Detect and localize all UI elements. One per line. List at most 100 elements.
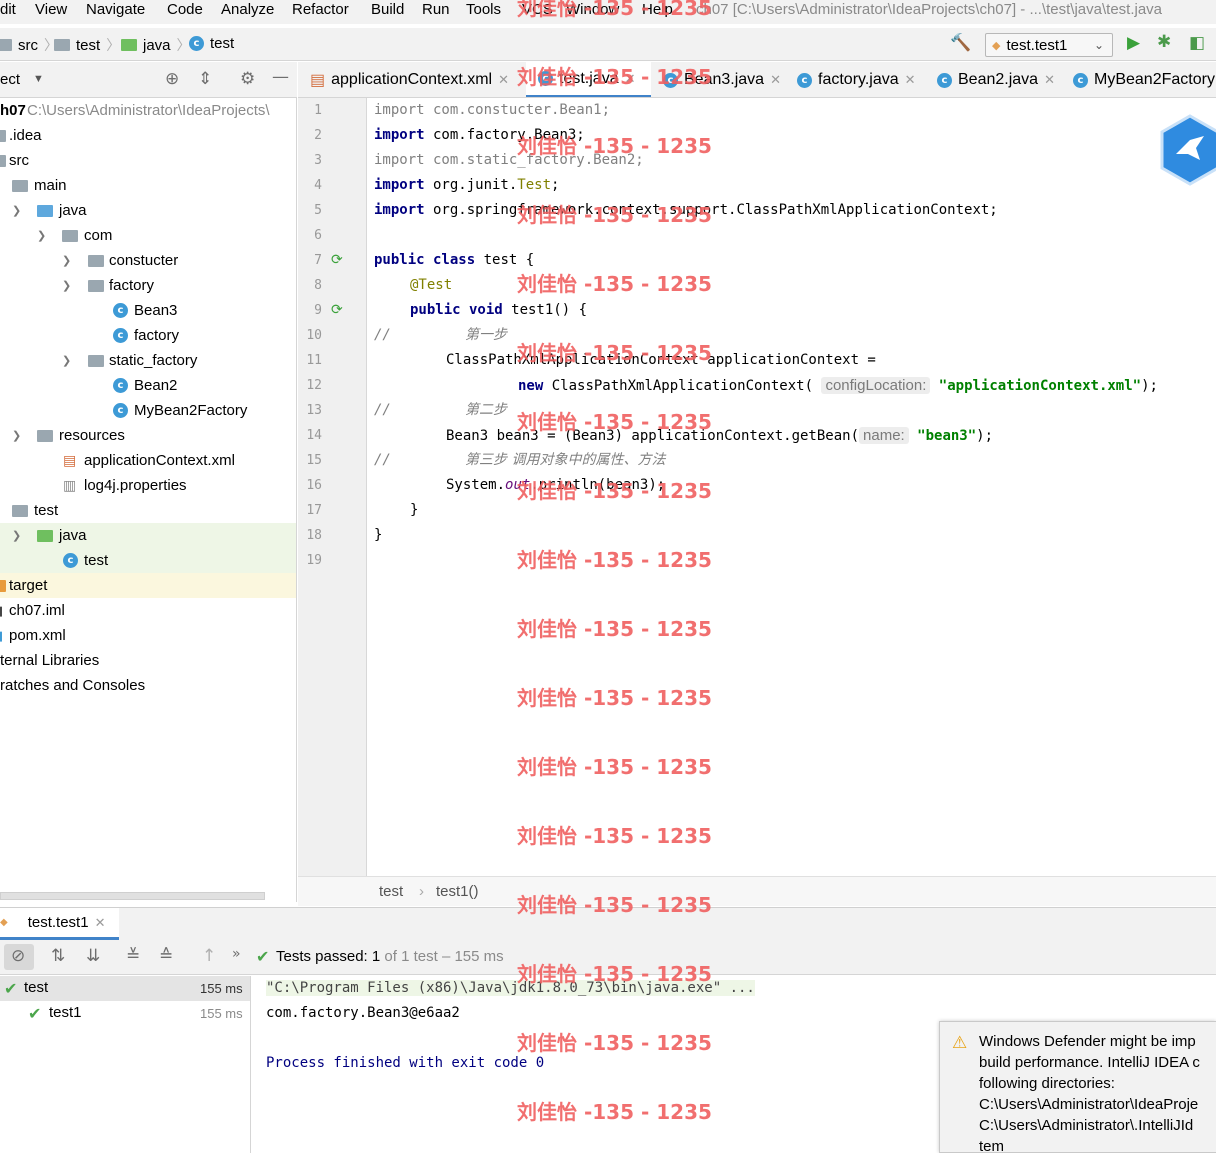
menu-edit[interactable]: dit (0, 1, 16, 18)
chevron-down-icon[interactable]: ❯ (12, 429, 21, 442)
tree-node-factory-pkg[interactable]: ❯ factory (0, 273, 296, 298)
watermark: 刘佳怡 -135 - 1235 (517, 203, 712, 227)
tree-node-com[interactable]: ❯ com (0, 223, 296, 248)
tab-factory-java[interactable]: c factory.java ✕ (785, 62, 925, 97)
breadcrumb-method[interactable]: test1() (436, 883, 479, 900)
tab-bean2-java[interactable]: c Bean2.java ✕ (925, 62, 1061, 97)
close-icon[interactable]: ✕ (95, 915, 106, 931)
sort-duration-icon[interactable]: ⇊ (86, 946, 100, 966)
tree-node-test-folder[interactable]: test (0, 498, 296, 523)
sort-alpha-icon[interactable]: ⇅ (51, 946, 65, 966)
horizontal-scrollbar[interactable] (0, 892, 265, 900)
tree-node-src[interactable]: src (0, 148, 296, 173)
gear-icon[interactable]: ⚙ (240, 69, 255, 89)
minimize-icon[interactable]: — (272, 67, 289, 87)
locate-crosshair-icon[interactable]: ⊕ (165, 69, 179, 89)
tree-node-static-factory[interactable]: ❯ static_factory (0, 348, 296, 373)
tree-node-bean3[interactable]: c Bean3 (0, 298, 296, 323)
tree-node-scratches[interactable]: ratches and Consoles (0, 673, 296, 698)
tree-root[interactable]: h07 C:\Users\Administrator\IdeaProjects\ (0, 98, 296, 123)
breadcrumb-label: src (18, 36, 38, 54)
tree-node-external-libraries[interactable]: ternal Libraries (0, 648, 296, 673)
close-icon[interactable]: ✕ (905, 72, 916, 88)
code-editor[interactable]: import com.constucter.Bean1; import com.… (368, 98, 1216, 876)
tab-mybean2factory[interactable]: c MyBean2Factory (1061, 62, 1216, 97)
parameter-hint: configLocation: (821, 377, 931, 394)
close-icon[interactable]: ✕ (498, 72, 509, 88)
menu-run[interactable]: Run (422, 1, 450, 18)
chevron-down-icon[interactable]: ❯ (62, 354, 71, 367)
breadcrumb-test[interactable]: test 〉 (54, 35, 120, 55)
project-view-select[interactable]: ect (0, 71, 20, 88)
tree-node-applicationcontext[interactable]: ▤ applicationContext.xml (0, 448, 296, 473)
expand-all-icon[interactable]: ≚ (126, 946, 140, 966)
tree-node-log4j[interactable]: ▥ log4j.properties (0, 473, 296, 498)
menu-build[interactable]: Build (371, 1, 404, 18)
folder-icon (54, 39, 70, 51)
chevron-down-icon: ⌄ (1093, 38, 1104, 52)
console-line-exit: Process finished with exit code 0 (266, 1055, 545, 1071)
debug-bug-icon[interactable]: ✱ (1157, 32, 1171, 52)
tree-node-java-main[interactable]: ❯ java (0, 198, 296, 223)
menu-navigate[interactable]: Navigate (86, 1, 145, 18)
breadcrumb-class[interactable]: test (379, 883, 403, 900)
tree-node-factory-class[interactable]: c factory (0, 323, 296, 348)
test-row[interactable]: ✔ test1 155 ms (0, 1001, 250, 1026)
check-icon: ✔ (4, 979, 18, 998)
tree-node-main[interactable]: main (0, 173, 296, 198)
chevron-down-icon[interactable]: ❯ (37, 229, 46, 242)
folder-icon (0, 39, 12, 51)
menu-analyze[interactable]: Analyze (221, 1, 274, 18)
breadcrumb-java[interactable]: java 〉 (121, 35, 191, 55)
watermark: 刘佳怡 -135 - 1235 (517, 824, 712, 848)
watermark: 刘佳怡 -135 - 1235 (517, 1100, 712, 1124)
menu-tools[interactable]: Tools (466, 1, 501, 18)
class-icon: c (797, 72, 812, 88)
breadcrumb-src[interactable]: src 〉 (0, 35, 58, 55)
windows-defender-notification[interactable]: ⚠ Windows Defender might be imp build pe… (939, 1021, 1216, 1153)
more-actions-icon[interactable]: » (232, 946, 241, 962)
watermark: 刘佳怡 -135 - 1235 (517, 272, 712, 296)
tree-node-test-class[interactable]: c test (0, 548, 296, 573)
close-icon[interactable]: ✕ (770, 72, 781, 88)
arrow-up-icon[interactable]: ↑ (202, 946, 216, 966)
tab-applicationcontext[interactable]: ▤ applicationContext.xml ✕ (298, 62, 512, 97)
breadcrumb-class[interactable]: c test (189, 35, 234, 52)
menu-code[interactable]: Code (167, 1, 203, 18)
tree-node-resources[interactable]: ❯ resources (0, 423, 296, 448)
collapse-all-icon[interactable]: ≙ (159, 946, 173, 966)
coverage-icon[interactable]: ◧ (1189, 33, 1205, 53)
folder-icon (0, 154, 6, 167)
chevron-right-icon[interactable]: ❯ (62, 254, 71, 267)
tree-node-mybean2factory[interactable]: c MyBean2Factory (0, 398, 296, 423)
menu-refactor[interactable]: Refactor (292, 1, 349, 18)
tree-node-pom[interactable]: ▮pom.xml (0, 623, 296, 648)
chevron-down-icon[interactable]: ❯ (12, 204, 21, 217)
package-icon (88, 254, 104, 267)
tree-node-ch07-iml[interactable]: ▮ch07.iml (0, 598, 296, 623)
show-passed-toggle[interactable]: ⊘ (4, 944, 34, 970)
run-icon[interactable]: ▶ (1127, 33, 1140, 53)
properties-file-icon: ▥ (63, 477, 77, 493)
tree-node-constucter[interactable]: ❯ constucter (0, 248, 296, 273)
tree-node-java-test[interactable]: ❯ java (0, 523, 296, 548)
run-gutter-icon[interactable]: ⟳ (331, 301, 343, 318)
menu-view[interactable]: View (35, 1, 67, 18)
tree-node-bean2[interactable]: c Bean2 (0, 373, 296, 398)
run-tab-test1[interactable]: ◆ test.test1 ✕ (0, 908, 119, 940)
line-number: 2 (314, 128, 322, 143)
chevron-down-icon[interactable]: ❯ (62, 279, 71, 292)
tree-node-idea[interactable]: .idea (0, 123, 296, 148)
test-row-selected[interactable]: ✔ test 155 ms (0, 976, 250, 1001)
close-icon[interactable]: ✕ (1044, 72, 1055, 88)
parameter-hint: name: (859, 427, 909, 444)
collapse-all-icon[interactable]: ⇕ (198, 69, 212, 89)
run-configuration-select[interactable]: ◆ test.test1 ⌄ (985, 33, 1113, 57)
tree-node-target[interactable]: target (0, 573, 296, 598)
chevron-down-icon[interactable]: ❯ (12, 529, 21, 542)
chevron-down-icon[interactable]: ▼ (33, 73, 44, 85)
notification-text: following directories: (979, 1075, 1115, 1092)
breadcrumb-label: test (210, 35, 235, 52)
build-hammer-icon[interactable]: 🔨 (950, 33, 971, 53)
run-gutter-icon[interactable]: ⟳ (331, 251, 343, 268)
